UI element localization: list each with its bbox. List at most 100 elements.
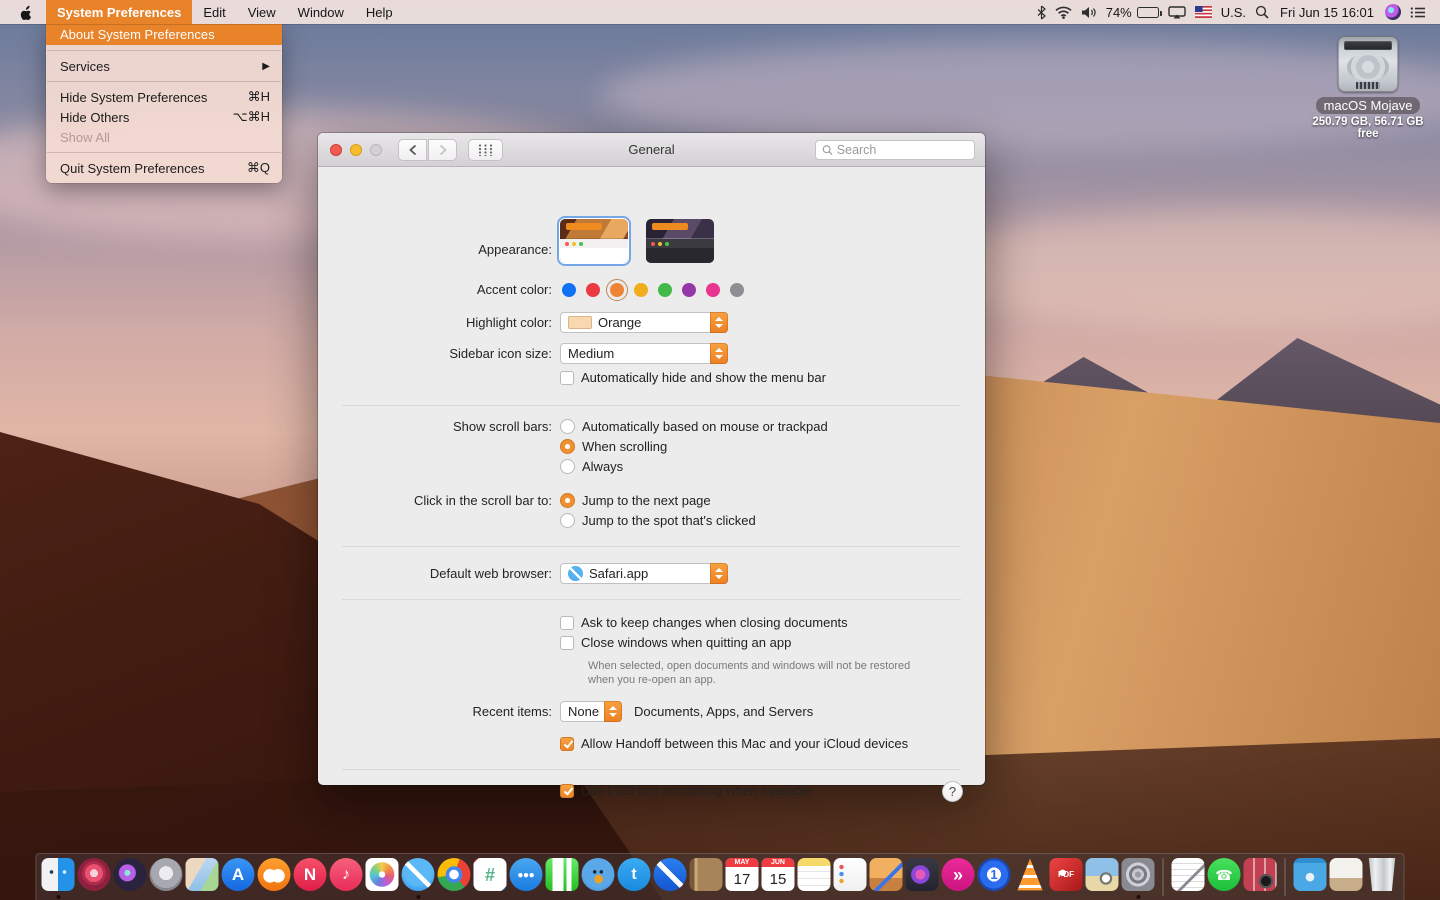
scrollbars-when-scrolling-radio[interactable] [560, 439, 575, 454]
dock-app-store[interactable]: A [222, 858, 255, 891]
desktop: System Preferences Edit View Window Help… [0, 0, 1440, 900]
dock-launchpad[interactable] [150, 858, 183, 891]
allow-handoff-checkbox[interactable] [560, 737, 574, 751]
dock-books[interactable] [258, 858, 291, 891]
dock-trash[interactable] [1366, 858, 1399, 891]
dock-image-editor[interactable] [870, 858, 903, 891]
appearance-light-option[interactable] [560, 219, 628, 263]
dock-pdf-expert[interactable]: PDF [1050, 858, 1083, 891]
dock-twitterrific[interactable] [582, 858, 615, 891]
window-titlebar[interactable]: General [318, 133, 985, 167]
dock-separator [1285, 858, 1286, 896]
help-button[interactable]: ? [942, 781, 963, 802]
bluetooth-icon[interactable] [1037, 5, 1046, 20]
dock-news[interactable]: N [294, 858, 327, 891]
menu-item-services[interactable]: Services▶ [46, 56, 282, 76]
jump-to-spot-radio[interactable] [560, 513, 575, 528]
menubar-item-help[interactable]: Help [355, 0, 404, 24]
dock-skitch[interactable]: » [942, 858, 975, 891]
dock-fantastical-calendar[interactable]: MAY17 [726, 858, 759, 891]
input-source-flag-icon[interactable] [1195, 6, 1212, 18]
accent-color-gray[interactable] [730, 283, 744, 297]
accent-color-purple[interactable] [682, 283, 696, 297]
close-button[interactable] [330, 144, 342, 156]
menubar-item-edit[interactable]: Edit [192, 0, 236, 24]
dock-onepassword[interactable]: 1 [978, 858, 1011, 891]
accent-color-green[interactable] [658, 283, 672, 297]
scrollbars-always-radio[interactable] [560, 459, 575, 474]
siri-icon[interactable] [1385, 4, 1401, 20]
hide-menubar-checkbox[interactable] [560, 371, 574, 385]
dock-vlc[interactable] [1014, 858, 1047, 891]
apple-menu-icon[interactable] [0, 0, 46, 24]
appearance-dark-option[interactable] [646, 219, 714, 263]
dock-maps[interactable] [186, 858, 219, 891]
show-all-grid-button[interactable] [468, 139, 503, 161]
menu-item-about-system-preferences[interactable]: About System Preferences [46, 24, 282, 45]
search-field[interactable] [815, 140, 975, 160]
spotlight-icon[interactable] [1255, 5, 1269, 19]
dock-dropbox-folder[interactable] [1294, 858, 1327, 891]
dock-itunes[interactable]: ♪ [330, 858, 363, 891]
dock-messenger[interactable] [510, 858, 543, 891]
menubar-item-system-preferences[interactable]: System Preferences [46, 0, 192, 24]
menu-item-hide-others[interactable]: Hide Others⌥⌘H [46, 107, 282, 127]
lcd-smoothing-checkbox[interactable] [560, 784, 574, 798]
highlight-color-dropdown[interactable]: Orange [560, 312, 728, 333]
wifi-icon[interactable] [1055, 6, 1072, 19]
accent-color-yellow[interactable] [634, 283, 648, 297]
recent-items-dropdown[interactable]: None [560, 701, 622, 722]
back-button[interactable] [398, 139, 427, 161]
menu-item-hide-system-preferences[interactable]: Hide System Preferences⌘H [46, 87, 282, 107]
search-input[interactable] [837, 143, 968, 157]
dock-calendar[interactable]: JUN15 [762, 858, 795, 891]
submenu-arrow-icon: ▶ [262, 61, 270, 72]
dock-textedit[interactable] [1172, 858, 1205, 891]
scrollbars-when-scrolling-label: When scrolling [582, 439, 667, 454]
accent-color-pink[interactable] [706, 283, 720, 297]
accent-color-blue[interactable] [562, 283, 576, 297]
dock-photo-collage[interactable] [1244, 858, 1277, 891]
dock-contacts[interactable] [690, 858, 723, 891]
dock-twitter[interactable]: t [618, 858, 651, 891]
input-source-label[interactable]: U.S. [1221, 5, 1246, 20]
dock-pixelmator[interactable] [906, 858, 939, 891]
menu-item-quit-system-preferences[interactable]: Quit System Preferences⌘Q [46, 158, 282, 178]
dock-facetime[interactable] [546, 858, 579, 891]
dock-photos[interactable] [366, 858, 399, 891]
accent-color-orange[interactable] [610, 283, 624, 297]
dock-whatsapp[interactable]: ☎ [1208, 858, 1241, 891]
accent-color-red[interactable] [586, 283, 600, 297]
airplay-display-icon[interactable] [1168, 6, 1186, 19]
dock-notes[interactable] [798, 858, 831, 891]
volume-icon[interactable] [1081, 6, 1097, 19]
battery-indicator[interactable]: 74% [1106, 5, 1159, 20]
safari-icon [568, 566, 583, 581]
dock-reminders[interactable] [834, 858, 867, 891]
menubar-clock[interactable]: Fri Jun 15 16:01 [1278, 5, 1376, 20]
dock-photo-booth[interactable] [78, 858, 111, 891]
dock-safari[interactable] [402, 858, 435, 891]
recent-items-caption: Documents, Apps, and Servers [634, 704, 813, 719]
dock-slack[interactable]: # [474, 858, 507, 891]
notification-center-icon[interactable] [1410, 6, 1426, 19]
jump-next-page-radio[interactable] [560, 493, 575, 508]
scrollbars-always-label: Always [582, 459, 623, 474]
restore-note: When selected, open documents and window… [588, 659, 988, 688]
ask-keep-changes-checkbox[interactable] [560, 616, 574, 630]
scrollbars-auto-radio[interactable] [560, 419, 575, 434]
menubar-item-window[interactable]: Window [287, 0, 355, 24]
dock-spark-mail[interactable] [654, 858, 687, 891]
dock-documents-folder[interactable] [1330, 858, 1363, 891]
menubar-item-view[interactable]: View [237, 0, 287, 24]
default-browser-dropdown[interactable]: Safari.app [560, 563, 728, 584]
dock-finder[interactable] [42, 858, 75, 891]
dock-chrome[interactable] [438, 858, 471, 891]
dock-siri[interactable] [114, 858, 147, 891]
dock-system-preferences[interactable] [1122, 858, 1155, 891]
close-windows-checkbox[interactable] [560, 636, 574, 650]
minimize-button[interactable] [350, 144, 362, 156]
dock-preview[interactable] [1086, 858, 1119, 891]
desktop-volume-macos-mojave[interactable]: macOS Mojave 250.79 GB, 56.71 GB free [1312, 36, 1424, 140]
sidebar-icon-size-dropdown[interactable]: Medium [560, 343, 728, 364]
